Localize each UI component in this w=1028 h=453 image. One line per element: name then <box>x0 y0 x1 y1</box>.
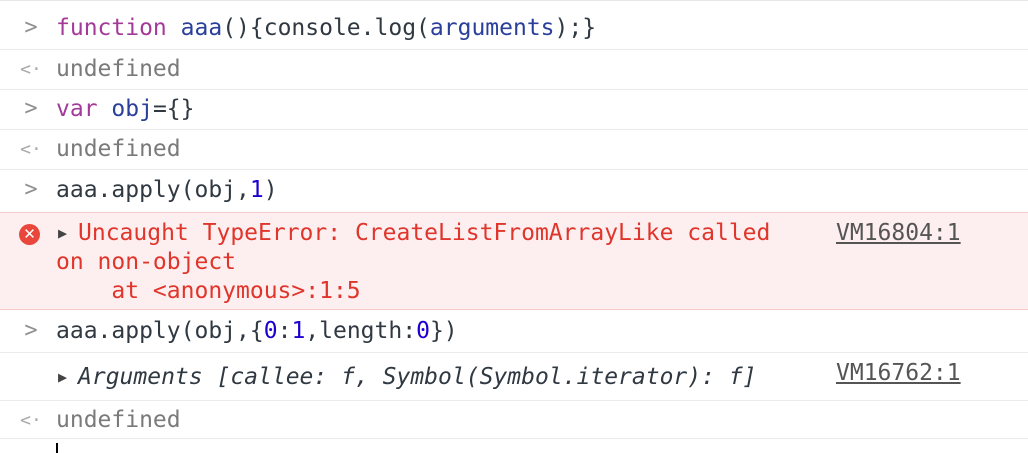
console-input-text[interactable]: aaa.apply(obj,{0:1,length:0}) <box>56 317 458 345</box>
expand-triangle-icon[interactable]: ▶ <box>58 363 67 391</box>
log-source-link[interactable]: VM16762:1 <box>836 359 961 387</box>
chevron-right-icon: > <box>24 96 38 121</box>
chevron-right-icon: > <box>24 318 38 343</box>
console-input-text[interactable]: function aaa(){console.log(arguments);} <box>56 14 596 42</box>
return-arrow-icon: <· <box>20 410 42 431</box>
console-input-row: > function aaa(){console.log(arguments);… <box>0 9 1028 50</box>
console-return-value: undefined <box>56 56 181 82</box>
console-input-text[interactable]: var obj={} <box>56 95 195 123</box>
console-return-row: <· undefined <box>0 130 1028 170</box>
console-log-row: ▶ Arguments [callee: f, Symbol(Symbol.it… <box>0 353 1028 401</box>
console-input-row: > var obj={} <box>0 90 1028 130</box>
log-object-preview[interactable]: Arguments [callee: f, Symbol(Symbol.iter… <box>78 363 757 391</box>
console-return-value: undefined <box>56 136 181 162</box>
error-icon: ✕ <box>19 224 40 245</box>
devtools-console: > function aaa(){console.log(arguments);… <box>0 0 1028 453</box>
console-input-row: > aaa.apply(obj,{0:1,length:0}) <box>0 310 1028 353</box>
console-return-value: undefined <box>56 407 181 433</box>
chevron-right-icon: > <box>24 177 38 202</box>
expand-triangle-icon[interactable]: ▶ <box>58 219 67 247</box>
console-error-row: ✕ ▶ Uncaught TypeError: CreateListFromAr… <box>0 212 1028 310</box>
console-input-row: > aaa.apply(obj,1) <box>0 170 1028 212</box>
console-return-row: <· undefined <box>0 50 1028 90</box>
console-return-row: <· undefined <box>0 401 1028 439</box>
error-source-link[interactable]: VM16804:1 <box>836 219 961 247</box>
return-arrow-icon: <· <box>20 59 42 80</box>
return-arrow-icon: <· <box>20 139 42 160</box>
console-input-text[interactable]: aaa.apply(obj,1) <box>56 176 278 204</box>
error-message-line-2: on non-object <box>56 249 237 275</box>
chevron-right-icon: > <box>24 15 38 40</box>
error-message-line-1: Uncaught TypeError: CreateListFromArrayL… <box>78 220 771 246</box>
error-stack-line: at <anonymous>:1:5 <box>56 278 361 304</box>
